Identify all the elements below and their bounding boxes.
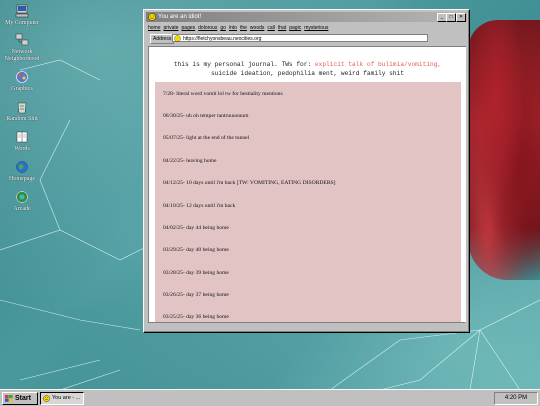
desktop-icon-label: Arcade [13,206,31,212]
browser-window[interactable]: You are an idiot! _ □ ✕ home private pages… [143,9,470,333]
desktop-icon-label: Words [14,146,30,152]
journal-entry-link[interactable]: 03/29/25- day 40 being home [163,247,229,253]
smiley-icon [148,13,156,21]
menu-item-pages[interactable]: pages [182,25,196,31]
menu-item-go[interactable]: go [220,25,226,31]
page-icon [174,35,181,42]
window-title: You are an idiot! [158,14,202,20]
network-icon [15,33,29,46]
journal-entry-link[interactable]: 03/25/25- day 36 being home [163,314,229,320]
globe-icon [16,161,28,173]
taskbar-item-browser[interactable]: You are - ... [40,392,84,405]
wallpaper-blood-splash [468,20,540,280]
header-line-2: suicide ideation, pedophilia ment, weird… [210,70,405,77]
journal-entry-link[interactable]: 03/26/25- day 37 being home [163,292,229,298]
taskbar-item-label: You are - ... [52,395,81,401]
header-line-1: this is my personal journal. TWs for: ex… [149,60,466,69]
book-icon [16,131,28,143]
journal-entry-link[interactable]: 03/28/25- day 39 being home [163,270,229,276]
close-button[interactable]: ✕ [456,13,466,22]
menu-item-that[interactable]: that [278,25,286,31]
menu-bar: home private pages dolorous go into the woods ca… [148,24,465,32]
menu-item-home[interactable]: home [148,25,161,31]
menu-item-the[interactable]: the [240,25,247,31]
journal-entry-link[interactable]: 05/07/25- light at the end of the tunnel [163,135,249,141]
desktop-icon-arcade[interactable]: Arcade [0,190,50,213]
arcade-icon [16,191,28,203]
header-intro: this is my personal journal. TWs for: [173,61,315,68]
start-label: Start [15,395,31,402]
journal-entry-link[interactable]: 04/22/25- leaving home [163,158,216,164]
menu-item-woods[interactable]: woods [250,25,264,31]
desktop-icon-graphics[interactable]: Graphics [0,70,50,93]
start-button[interactable]: Start [2,392,38,405]
graphics-icon [16,71,28,83]
menu-item-mysterious[interactable]: mysterious [304,25,328,31]
desktop-icon-my-computer[interactable]: My Computer [0,4,50,27]
computer-icon [15,4,29,18]
address-bar: Address https://fletchyonsbeau.neocities… [148,33,465,44]
desktop-icon-label: Homepage [9,176,35,182]
desktop: My Computer Network Neighborhood Graphic… [0,0,540,390]
menu-item-into[interactable]: into [229,25,237,31]
desktop-icon-words[interactable]: Words [0,130,50,153]
maximize-button[interactable]: □ [446,13,456,22]
desktop-icon-label: Random Shit [6,116,38,122]
journal-entry-link[interactable]: 06/30/25- uh oh temper tantruuuuuum [163,113,248,119]
menu-item-call[interactable]: call [267,25,275,31]
desktop-icon-label: Network Neighborhood [4,49,40,62]
menu-item-pagic[interactable]: pagic [289,25,301,31]
smiley-icon [43,395,50,402]
desktop-icon-label: My Computer [5,20,39,26]
desktop-icon-random-shit[interactable]: Random Shit [0,100,50,123]
header-warning: explicit talk of bulimia/vomiting, [314,61,442,68]
journal-entry-link[interactable]: 04/12/25- 10 days until i'm back [TW: VO… [163,180,336,186]
address-value: https://fletchyonsbeau.neocities.org [183,36,262,42]
journal-entry-link[interactable]: 7/28- literal word vomit lol tw for best… [163,91,283,97]
address-label: Address [150,34,175,44]
window-titlebar[interactable]: You are an idiot! _ □ ✕ [146,12,467,22]
taskbar: Start You are - ... 4:20 PM [0,389,540,406]
desktop-icon-network-neighborhood[interactable]: Network Neighborhood [0,33,50,63]
journal-entry-link[interactable]: 04/02/25- day 44 being home [163,225,229,231]
desktop-icon-homepage[interactable]: Homepage [0,160,50,183]
menu-item-private[interactable]: private [164,25,179,31]
page-viewport[interactable]: this is my personal journal. TWs for: ex… [148,46,466,322]
status-bar [148,322,465,330]
desktop-icon-label: Graphics [11,86,33,92]
journal-entry-link[interactable]: 04/10/25- 12 days until i'm back [163,203,235,209]
address-input[interactable]: https://fletchyonsbeau.neocities.org [172,34,428,42]
system-clock[interactable]: 4:20 PM [494,392,538,405]
windows-logo-icon [5,395,13,402]
journal-header: this is my personal journal. TWs for: ex… [149,60,466,78]
recycle-bin-icon [17,102,27,114]
journal-entries: 7/28- literal word vomit lol tw for best… [155,82,461,322]
menu-item-dolorous[interactable]: dolorous [198,25,217,31]
